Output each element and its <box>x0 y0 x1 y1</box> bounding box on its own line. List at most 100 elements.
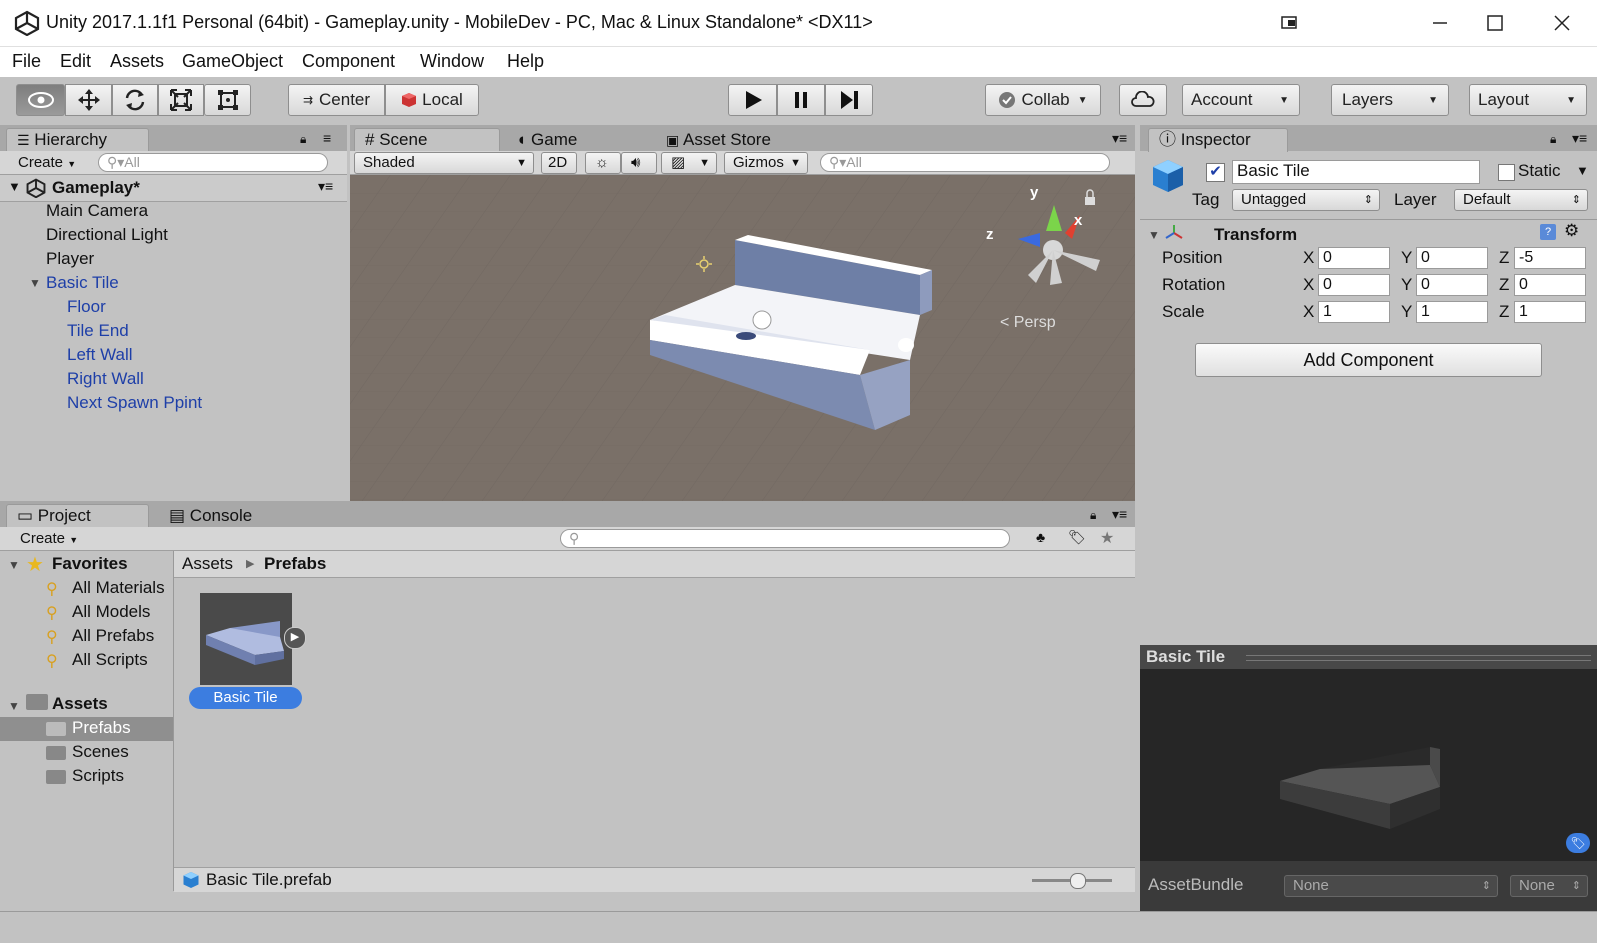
hierarchy-create-button[interactable]: Create ▼ <box>18 153 76 173</box>
favorite-item[interactable]: All Materials <box>72 578 172 598</box>
object-name-input[interactable]: Basic Tile <box>1232 160 1480 184</box>
position-x-field[interactable]: 0 <box>1318 247 1390 269</box>
rotation-y-field[interactable]: 0 <box>1416 274 1488 296</box>
menu-gameobject[interactable]: GameObject <box>182 51 283 72</box>
static-dropdown-icon[interactable]: ▼ <box>1576 163 1589 178</box>
pivot-local-button[interactable]: Local <box>385 84 479 116</box>
project-menu-icon[interactable]: ▾≡ <box>1112 506 1127 523</box>
scene-header-row[interactable]: ▼ Gameplay* ▾≡ <box>0 175 347 202</box>
component-gear-icon[interactable]: ⚙ <box>1564 221 1579 241</box>
scale-x-field[interactable]: 1 <box>1318 301 1390 323</box>
asset-name-label[interactable]: Basic Tile <box>189 687 302 709</box>
scene-menu-icon[interactable]: ▾≡ <box>318 178 333 195</box>
shading-dropdown[interactable]: Shaded ▼ <box>354 152 534 174</box>
position-y-field[interactable]: 0 <box>1416 247 1488 269</box>
panel-menu-icon[interactable]: ≡ <box>323 130 331 146</box>
favorite-star-icon[interactable]: ★ <box>1100 528 1114 548</box>
filter-label-icon[interactable]: 🏷︎ <box>1068 529 1086 546</box>
project-lock-icon[interactable]: 🔒︎ <box>1090 508 1096 523</box>
breadcrumb-prefabs[interactable]: Prefabs <box>264 554 326 574</box>
tab-scene[interactable]: # Scene <box>354 128 500 152</box>
tab-project[interactable]: ▭ Project <box>6 504 149 528</box>
menu-edit[interactable]: Edit <box>60 51 91 72</box>
help-book-icon[interactable]: ? <box>1540 224 1556 240</box>
expand-prefab-icon[interactable]: ▶ <box>284 627 306 649</box>
project-create-button[interactable]: Create ▼ <box>20 529 78 549</box>
2d-toggle[interactable]: 2D <box>541 152 577 174</box>
icon-size-slider-thumb[interactable] <box>1070 873 1086 889</box>
layers-dropdown[interactable]: Layers ▼ <box>1331 84 1449 116</box>
lighting-toggle[interactable]: ☼ <box>585 152 621 174</box>
tab-console[interactable]: ▤ Console <box>158 504 298 528</box>
scene-panel-menu-icon[interactable]: ▾≡ <box>1112 130 1127 147</box>
pivot-center-button[interactable]: ⇉ Center <box>288 84 385 116</box>
menu-help[interactable]: Help <box>507 51 544 72</box>
menu-assets[interactable]: Assets <box>110 51 164 72</box>
transform-expand-icon[interactable]: ▼ <box>1148 228 1160 242</box>
folder-item-scenes[interactable]: Scenes <box>72 742 129 762</box>
move-tool-button[interactable] <box>65 84 112 116</box>
expand-arrow-icon[interactable]: ▼ <box>8 179 21 194</box>
scale-y-field[interactable]: 1 <box>1416 301 1488 323</box>
tab-inspector[interactable]: ⓘ Inspector <box>1148 128 1288 152</box>
assetbundle-variant-dropdown[interactable]: None ⇕ <box>1510 875 1588 897</box>
scale-tool-button[interactable] <box>158 84 204 116</box>
persp-label[interactable]: < Persp <box>1000 314 1056 331</box>
close-icon[interactable] <box>1527 0 1597 46</box>
favorite-item[interactable]: All Prefabs <box>72 626 172 646</box>
hierarchy-item-left-wall[interactable]: Left Wall <box>67 345 133 365</box>
hierarchy-item-directional-light[interactable]: Directional Light <box>46 225 168 245</box>
assetbundle-dropdown[interactable]: None ⇕ <box>1284 875 1498 897</box>
scale-z-field[interactable]: 1 <box>1514 301 1586 323</box>
hierarchy-item-right-wall[interactable]: Right Wall <box>67 369 144 389</box>
assets-expand-icon[interactable]: ▼ <box>8 699 20 713</box>
hierarchy-item-basic-tile[interactable]: Basic Tile <box>46 273 119 293</box>
folder-item-prefabs[interactable]: Prefabs <box>72 718 131 738</box>
position-z-field[interactable]: -5 <box>1514 247 1586 269</box>
basic-tile-expand-icon[interactable]: ▼ <box>29 276 41 290</box>
hierarchy-item-next-spawn-point[interactable]: Next Spawn Ppint <box>67 393 202 413</box>
static-checkbox[interactable] <box>1498 164 1515 181</box>
layer-dropdown[interactable]: Default ⇕ <box>1454 189 1588 211</box>
restore-icon[interactable] <box>1255 0 1325 46</box>
asset-thumbnail[interactable] <box>200 593 292 685</box>
favorites-expand-icon[interactable]: ▼ <box>8 558 20 572</box>
gizmos-dropdown[interactable]: Gizmos ▼ <box>724 152 808 174</box>
hierarchy-item-floor[interactable]: Floor <box>67 297 106 317</box>
inspector-lock-icon[interactable]: 🔒︎ <box>1550 132 1556 147</box>
hierarchy-item-tile-end[interactable]: Tile End <box>67 321 129 341</box>
view-tool-button[interactable] <box>16 84 65 116</box>
menu-file[interactable]: File <box>12 51 41 72</box>
play-button[interactable] <box>728 84 777 116</box>
scene-search-input[interactable]: ⚲▾All <box>820 153 1110 172</box>
rotation-x-field[interactable]: 0 <box>1318 274 1390 296</box>
tag-dropdown[interactable]: Untagged ⇕ <box>1232 189 1380 211</box>
cloud-button[interactable] <box>1119 84 1167 116</box>
effects-dropdown[interactable]: ▨ ▼ <box>661 152 717 174</box>
menu-component[interactable]: Component <box>302 51 395 72</box>
rect-tool-button[interactable] <box>204 84 251 116</box>
folder-item-scripts[interactable]: Scripts <box>72 766 124 786</box>
account-dropdown[interactable]: Account ▼ <box>1182 84 1300 116</box>
maximize-icon[interactable] <box>1460 0 1530 46</box>
hierarchy-search-input[interactable]: ⚲▾All <box>98 153 328 172</box>
collab-dropdown[interactable]: Collab ▼ <box>985 84 1101 116</box>
rotate-tool-button[interactable] <box>112 84 158 116</box>
hierarchy-item-main-camera[interactable]: Main Camera <box>46 201 148 221</box>
inspector-menu-icon[interactable]: ▾≡ <box>1572 130 1587 147</box>
step-button[interactable] <box>825 84 873 116</box>
scene-viewport[interactable]: y x z < Persp <box>350 175 1135 501</box>
favorite-item[interactable]: All Models <box>72 602 172 622</box>
audio-toggle[interactable]: 🔊︎ <box>621 152 657 174</box>
active-checkbox[interactable]: ✔ <box>1206 163 1225 182</box>
layout-dropdown[interactable]: Layout ▼ <box>1469 84 1587 116</box>
favorite-item[interactable]: All Scripts <box>72 650 172 670</box>
pause-button[interactable] <box>777 84 825 116</box>
tab-hierarchy[interactable]: ☰ Hierarchy <box>6 128 149 152</box>
tab-asset-store[interactable]: ▣ Asset Store <box>655 128 815 152</box>
preview-drag-handle[interactable] <box>1246 655 1591 661</box>
project-search-input[interactable]: ⚲ <box>560 529 1010 548</box>
preview-render[interactable] <box>1140 669 1597 869</box>
hierarchy-item-player[interactable]: Player <box>46 249 94 269</box>
breadcrumb-assets[interactable]: Assets <box>182 554 233 574</box>
